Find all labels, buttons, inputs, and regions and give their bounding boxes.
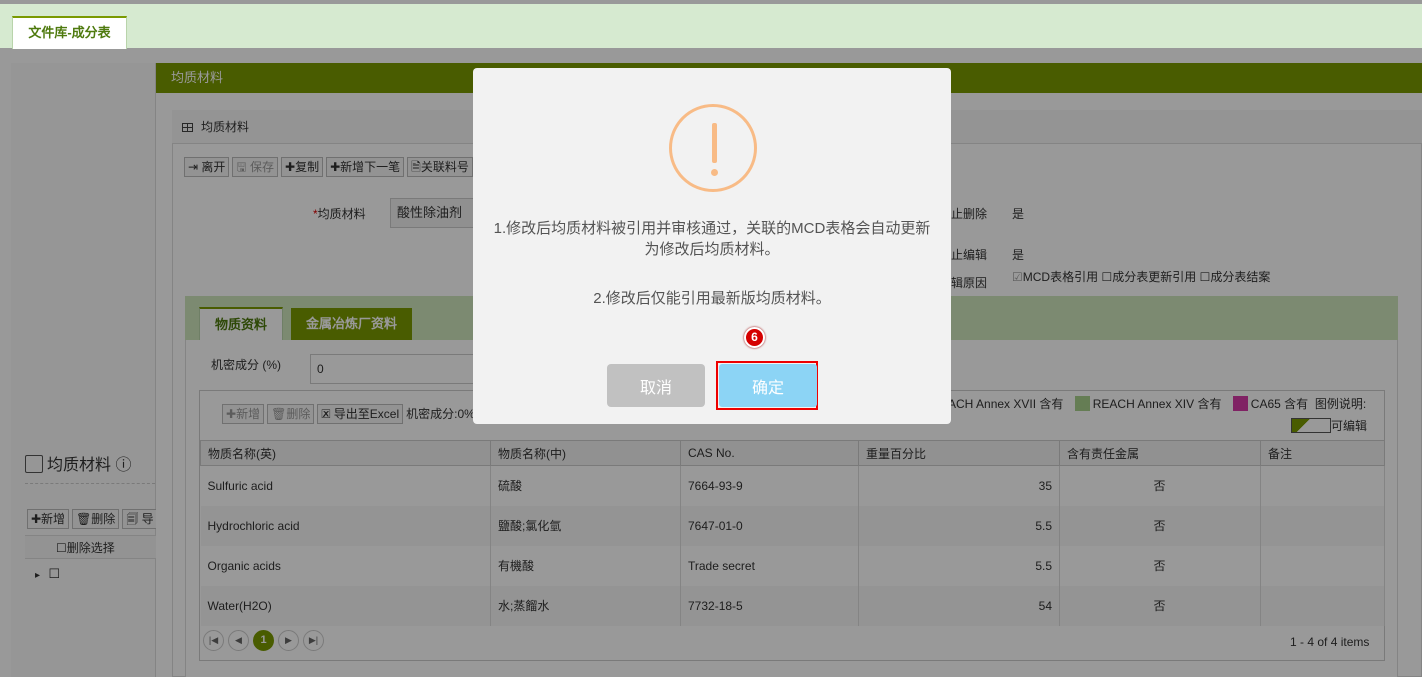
step-badge: 6: [744, 327, 765, 348]
dialog-message-2: 2.修改后仅能引用最新版均质材料。: [593, 290, 831, 307]
tab-file-library-bom[interactable]: 文件库-成分表: [12, 16, 127, 49]
cancel-button[interactable]: 取消: [607, 364, 705, 407]
confirm-dialog: 1.修改后均质材料被引用并审核通过，关联的MCD表格会自动更新为修改后均质材料。…: [473, 68, 951, 424]
warning-icon: [669, 104, 757, 192]
top-tab-strip: 文件库-成分表: [0, 4, 1422, 49]
confirm-button[interactable]: 确定: [719, 364, 817, 407]
dialog-message-1: 1.修改后均质材料被引用并审核通过，关联的MCD表格会自动更新为修改后均质材料。: [493, 220, 931, 258]
